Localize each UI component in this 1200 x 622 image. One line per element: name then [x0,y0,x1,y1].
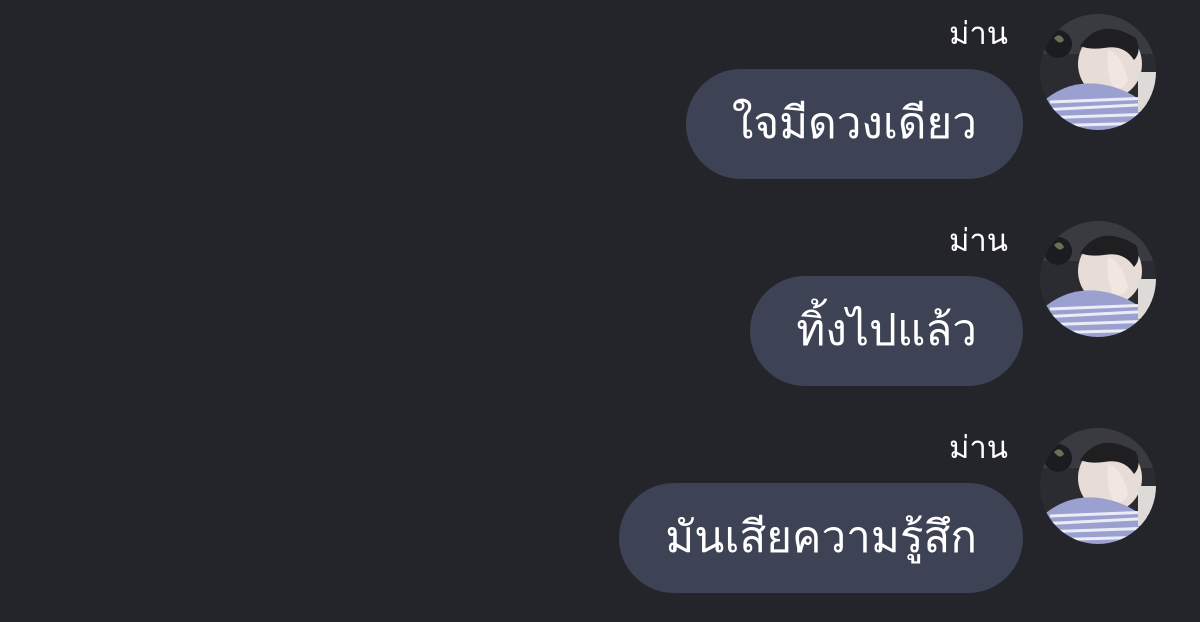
chat-message: ม่าน มันเสียความรู้สึก [0,426,1200,616]
sender-name: ม่าน [948,430,1008,466]
message-bubble[interactable]: ใจมีดวงเดียว [685,69,1023,179]
chat-message: ม่าน ใจมีดวงเดียว [0,12,1200,202]
avatar[interactable] [1040,221,1156,337]
sender-name: ม่าน [948,16,1008,52]
chat-thread: ม่าน ใจมีดวงเดียว ม่าน ทิ้งไปแล้ว ม่าน ม… [0,0,1200,622]
sender-name: ม่าน [948,223,1008,259]
message-bubble[interactable]: มันเสียความรู้สึก [619,483,1023,593]
avatar-photo-icon [1040,14,1156,130]
message-bubble[interactable]: ทิ้งไปแล้ว [750,276,1023,386]
avatar[interactable] [1040,14,1156,130]
chat-message: ม่าน ทิ้งไปแล้ว [0,219,1200,409]
avatar[interactable] [1040,428,1156,544]
avatar-photo-icon [1040,221,1156,337]
avatar-photo-icon [1040,428,1156,544]
